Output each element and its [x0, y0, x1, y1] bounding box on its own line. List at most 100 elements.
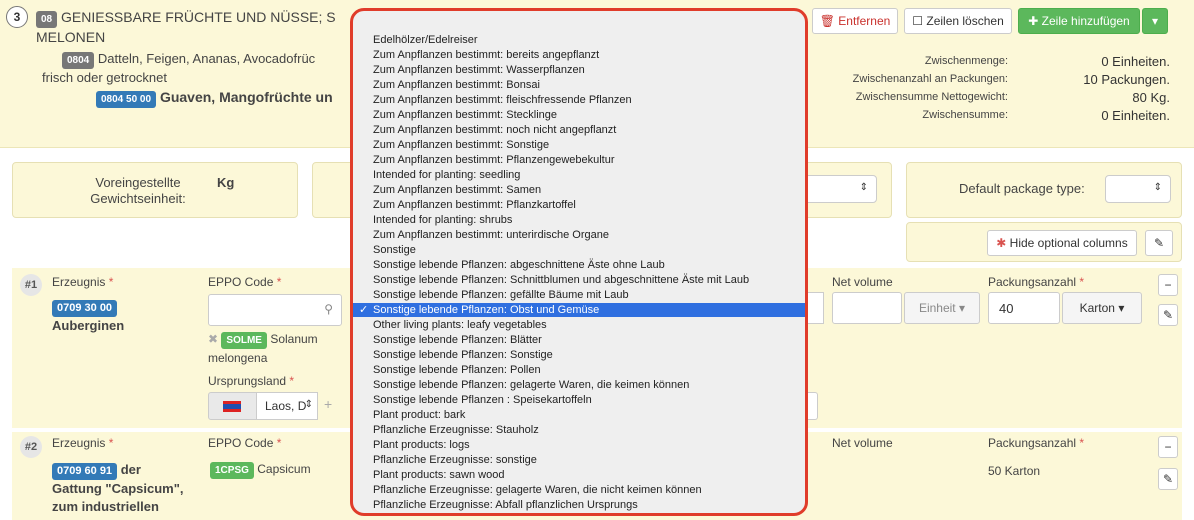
- dropdown-option[interactable]: Zum Anpflanzen bestimmt: noch nicht ange…: [353, 123, 805, 137]
- unit-dropdown-button[interactable]: Einheit ▾: [904, 292, 980, 324]
- package-type-dropdown-button[interactable]: Karton ▾: [1062, 292, 1142, 324]
- dropdown-option[interactable]: Intended for planting: seedling: [353, 168, 805, 182]
- dropdown-option[interactable]: Pflanzliche Erzeugnisse: sonstige: [353, 453, 805, 467]
- net-volume-label: Net volume: [832, 275, 893, 289]
- dropdown-option[interactable]: Sonstige lebende Pflanzen: gelagerte War…: [353, 378, 805, 392]
- dropdown-option[interactable]: Sonstige lebende Pflanzen: abgeschnitten…: [353, 258, 805, 272]
- dropdown-option[interactable]: Plant products: logs: [353, 438, 805, 452]
- trash-icon: 🗑: [819, 14, 835, 28]
- product-label-text: Erzeugnis: [52, 275, 106, 289]
- eppo-code-badge: 1CPSG: [210, 462, 254, 479]
- dropdown-option-label: Zum Anpflanzen bestimmt: noch nicht ange…: [373, 124, 617, 136]
- weight-unit-label: Voreingestellte Gewichtseinheit:: [90, 175, 186, 206]
- remove-eppo-icon[interactable]: ✖: [208, 332, 218, 346]
- section-number: 3: [6, 6, 28, 28]
- dropdown-option-label: Zum Anpflanzen bestimmt: fleischfressend…: [373, 94, 632, 106]
- remove-row-button[interactable]: −: [1158, 274, 1178, 296]
- remove-row-button[interactable]: −: [1158, 436, 1178, 458]
- packages-label-text: Packungsanzahl: [988, 275, 1077, 289]
- required-asterisk: *: [1079, 436, 1085, 450]
- dropdown-option[interactable]: Sonstige lebende Pflanzen: Pollen: [353, 363, 805, 377]
- eppo-search-input[interactable]: ⚲: [208, 294, 342, 326]
- add-row-dropdown-toggle[interactable]: ▾: [1142, 8, 1168, 34]
- dropdown-option[interactable]: Pflanzliche Erzeugnisse: Abfall pflanzli…: [353, 498, 805, 512]
- dropdown-option[interactable]: Intended for planting: shrubs: [353, 213, 805, 227]
- dropdown-option[interactable]: Sonstige lebende Pflanzen: Sonstige: [353, 348, 805, 362]
- dropdown-option[interactable]: Zum Anpflanzen bestimmt: Sonstige: [353, 138, 805, 152]
- select-arrows-icon: ⇕: [304, 399, 313, 410]
- dropdown-option[interactable]: Sonstige lebende Pflanzen: gefällte Bäum…: [353, 288, 805, 302]
- dropdown-option-label: Pflanzliche Erzeugnisse: sonstige: [373, 454, 537, 466]
- dropdown-option[interactable]: Zum Anpflanzen bestimmt: Stecklinge: [353, 108, 805, 122]
- laos-flag-icon: [223, 401, 241, 412]
- dropdown-option[interactable]: Sonstige: [353, 243, 805, 257]
- delete-rows-button[interactable]: ☐ Zeilen löschen: [904, 8, 1012, 34]
- packages-value: 50 Karton: [988, 464, 1041, 478]
- category-title-line2: MELONEN: [36, 29, 106, 45]
- dropdown-option-label: Edelhölzer/Edelreiser: [373, 34, 478, 46]
- dropdown-option[interactable]: Zum Anpflanzen bestimmt: Bonsai: [353, 78, 805, 92]
- net-volume-input[interactable]: [832, 292, 902, 324]
- dropdown-option-label: Zum Anpflanzen bestimmt: Samen: [373, 184, 542, 196]
- dropdown-option-label: Zum Anpflanzen bestimmt: unterirdische O…: [373, 229, 610, 241]
- package-type-label: Default package type:: [959, 181, 1085, 196]
- edit-row-button[interactable]: ✎: [1158, 468, 1178, 490]
- asterisk-icon: ✱: [996, 236, 1007, 250]
- caret-down-icon: ▾: [1151, 14, 1159, 28]
- dropdown-option[interactable]: Zum Anpflanzen bestimmt: unterirdische O…: [353, 228, 805, 242]
- dropdown-option[interactable]: Plant products: sawn wood: [353, 468, 805, 482]
- eppo-code-label: EPPO Code *: [208, 436, 281, 450]
- product-code-badge[interactable]: 0709 30 00: [52, 300, 118, 317]
- dropdown-option[interactable]: Other living plants: leafy vegetables: [353, 318, 805, 332]
- product-title: 0709 60 91 der: [52, 462, 141, 480]
- edit-row-button[interactable]: ✎: [1158, 304, 1178, 326]
- search-icon: ⚲: [324, 302, 333, 316]
- required-asterisk: *: [276, 436, 282, 450]
- origin-value: Laos, D: [265, 399, 307, 413]
- dropdown-option[interactable]: Zum Anpflanzen bestimmt: Samen: [353, 183, 805, 197]
- remove-button-label: Entfernen: [838, 14, 891, 28]
- dropdown-option[interactable]: Zum Anpflanzen bestimmt: Wasserpflanzen: [353, 63, 805, 77]
- dropdown-option-label: Zum Anpflanzen bestimmt: Wasserpflanzen: [373, 64, 585, 76]
- dropdown-option[interactable]: Zum Anpflanzen bestimmt: Pflanzengewebek…: [353, 153, 805, 167]
- packages-input[interactable]: 40: [988, 292, 1060, 324]
- dropdown-option-label: Zum Anpflanzen bestimmt: Pflanzengewebek…: [373, 154, 615, 166]
- select-arrows-icon: ⇕: [1153, 182, 1162, 193]
- dropdown-option-label: Pflanzliche Erzeugnisse: Abfall pflanzli…: [373, 499, 638, 511]
- product-code[interactable]: 0709 60 91: [52, 463, 118, 480]
- dropdown-option[interactable]: Zum Anpflanzen bestimmt: Pflanzkartoffel: [353, 198, 805, 212]
- dropdown-option[interactable]: Sonstige lebende Pflanzen: Schnittblumen…: [353, 273, 805, 287]
- dropdown-option[interactable]: Sonstige lebende Pflanzen: Blätter: [353, 333, 805, 347]
- dropdown-option[interactable]: Plant product: bark: [353, 408, 805, 422]
- dropdown-option[interactable]: Edelhölzer/Edelreiser: [353, 33, 805, 47]
- eppo-code-label-text: EPPO Code: [208, 275, 274, 289]
- dropdown-option-label: Zum Anpflanzen bestimmt: Sonstige: [373, 139, 550, 151]
- product-label: Erzeugnis *: [52, 275, 113, 289]
- delete-rows-label: Zeilen löschen: [926, 14, 1004, 28]
- flag-addon: [208, 392, 258, 420]
- hide-optional-columns-button[interactable]: ✱ Hide optional columns: [987, 230, 1137, 256]
- dropdown-option-label: Plant product: bark: [373, 409, 466, 421]
- package-type-select[interactable]: ⇕: [1105, 175, 1171, 203]
- dropdown-option[interactable]: Pflanzliche Erzeugnisse: Stauholz: [353, 423, 805, 437]
- add-origin-icon[interactable]: +: [324, 396, 332, 412]
- weight-unit-value: Kg: [217, 175, 235, 190]
- dropdown-option[interactable]: ✓ Sonstige lebende Pflanzen: Obst und Gem…: [353, 303, 805, 317]
- caret-down-icon: ▾: [1118, 301, 1125, 315]
- product-code: 0709 30 00: [52, 300, 118, 317]
- plus-icon: ✚: [1028, 14, 1039, 28]
- subsubcategory-title-text: Guaven, Mangofrüchte un: [159, 89, 333, 105]
- dropdown-option[interactable]: Zum Anpflanzen bestimmt: fleischfressend…: [353, 93, 805, 107]
- eppo-code-label-text: EPPO Code: [208, 436, 274, 450]
- eppo-selection: ✖ SOLME Solanum: [208, 332, 318, 349]
- subtotal-net-weight-label: Zwischensumme Nettogewicht:: [855, 91, 1008, 103]
- subtotal-packages-label: Zwischenanzahl an Packungen:: [852, 73, 1008, 85]
- dropdown-option[interactable]: Sonstige lebende Pflanzen : Speisekartof…: [353, 393, 805, 407]
- edit-columns-button[interactable]: ✎: [1145, 230, 1173, 256]
- remove-button[interactable]: 🗑 Entfernen: [812, 8, 898, 34]
- origin-select[interactable]: Laos, D ⇕: [256, 392, 318, 420]
- add-row-button[interactable]: ✚ Zeile hinzufügen: [1018, 8, 1140, 34]
- intended-use-dropdown[interactable]: Edelhölzer/Edelreiser Zum Anpflanzen best…: [350, 8, 808, 516]
- dropdown-option[interactable]: Pflanzliche Erzeugnisse: gelagerte Waren…: [353, 483, 805, 497]
- dropdown-option[interactable]: Zum Anpflanzen bestimmt: bereits angepfl…: [353, 48, 805, 62]
